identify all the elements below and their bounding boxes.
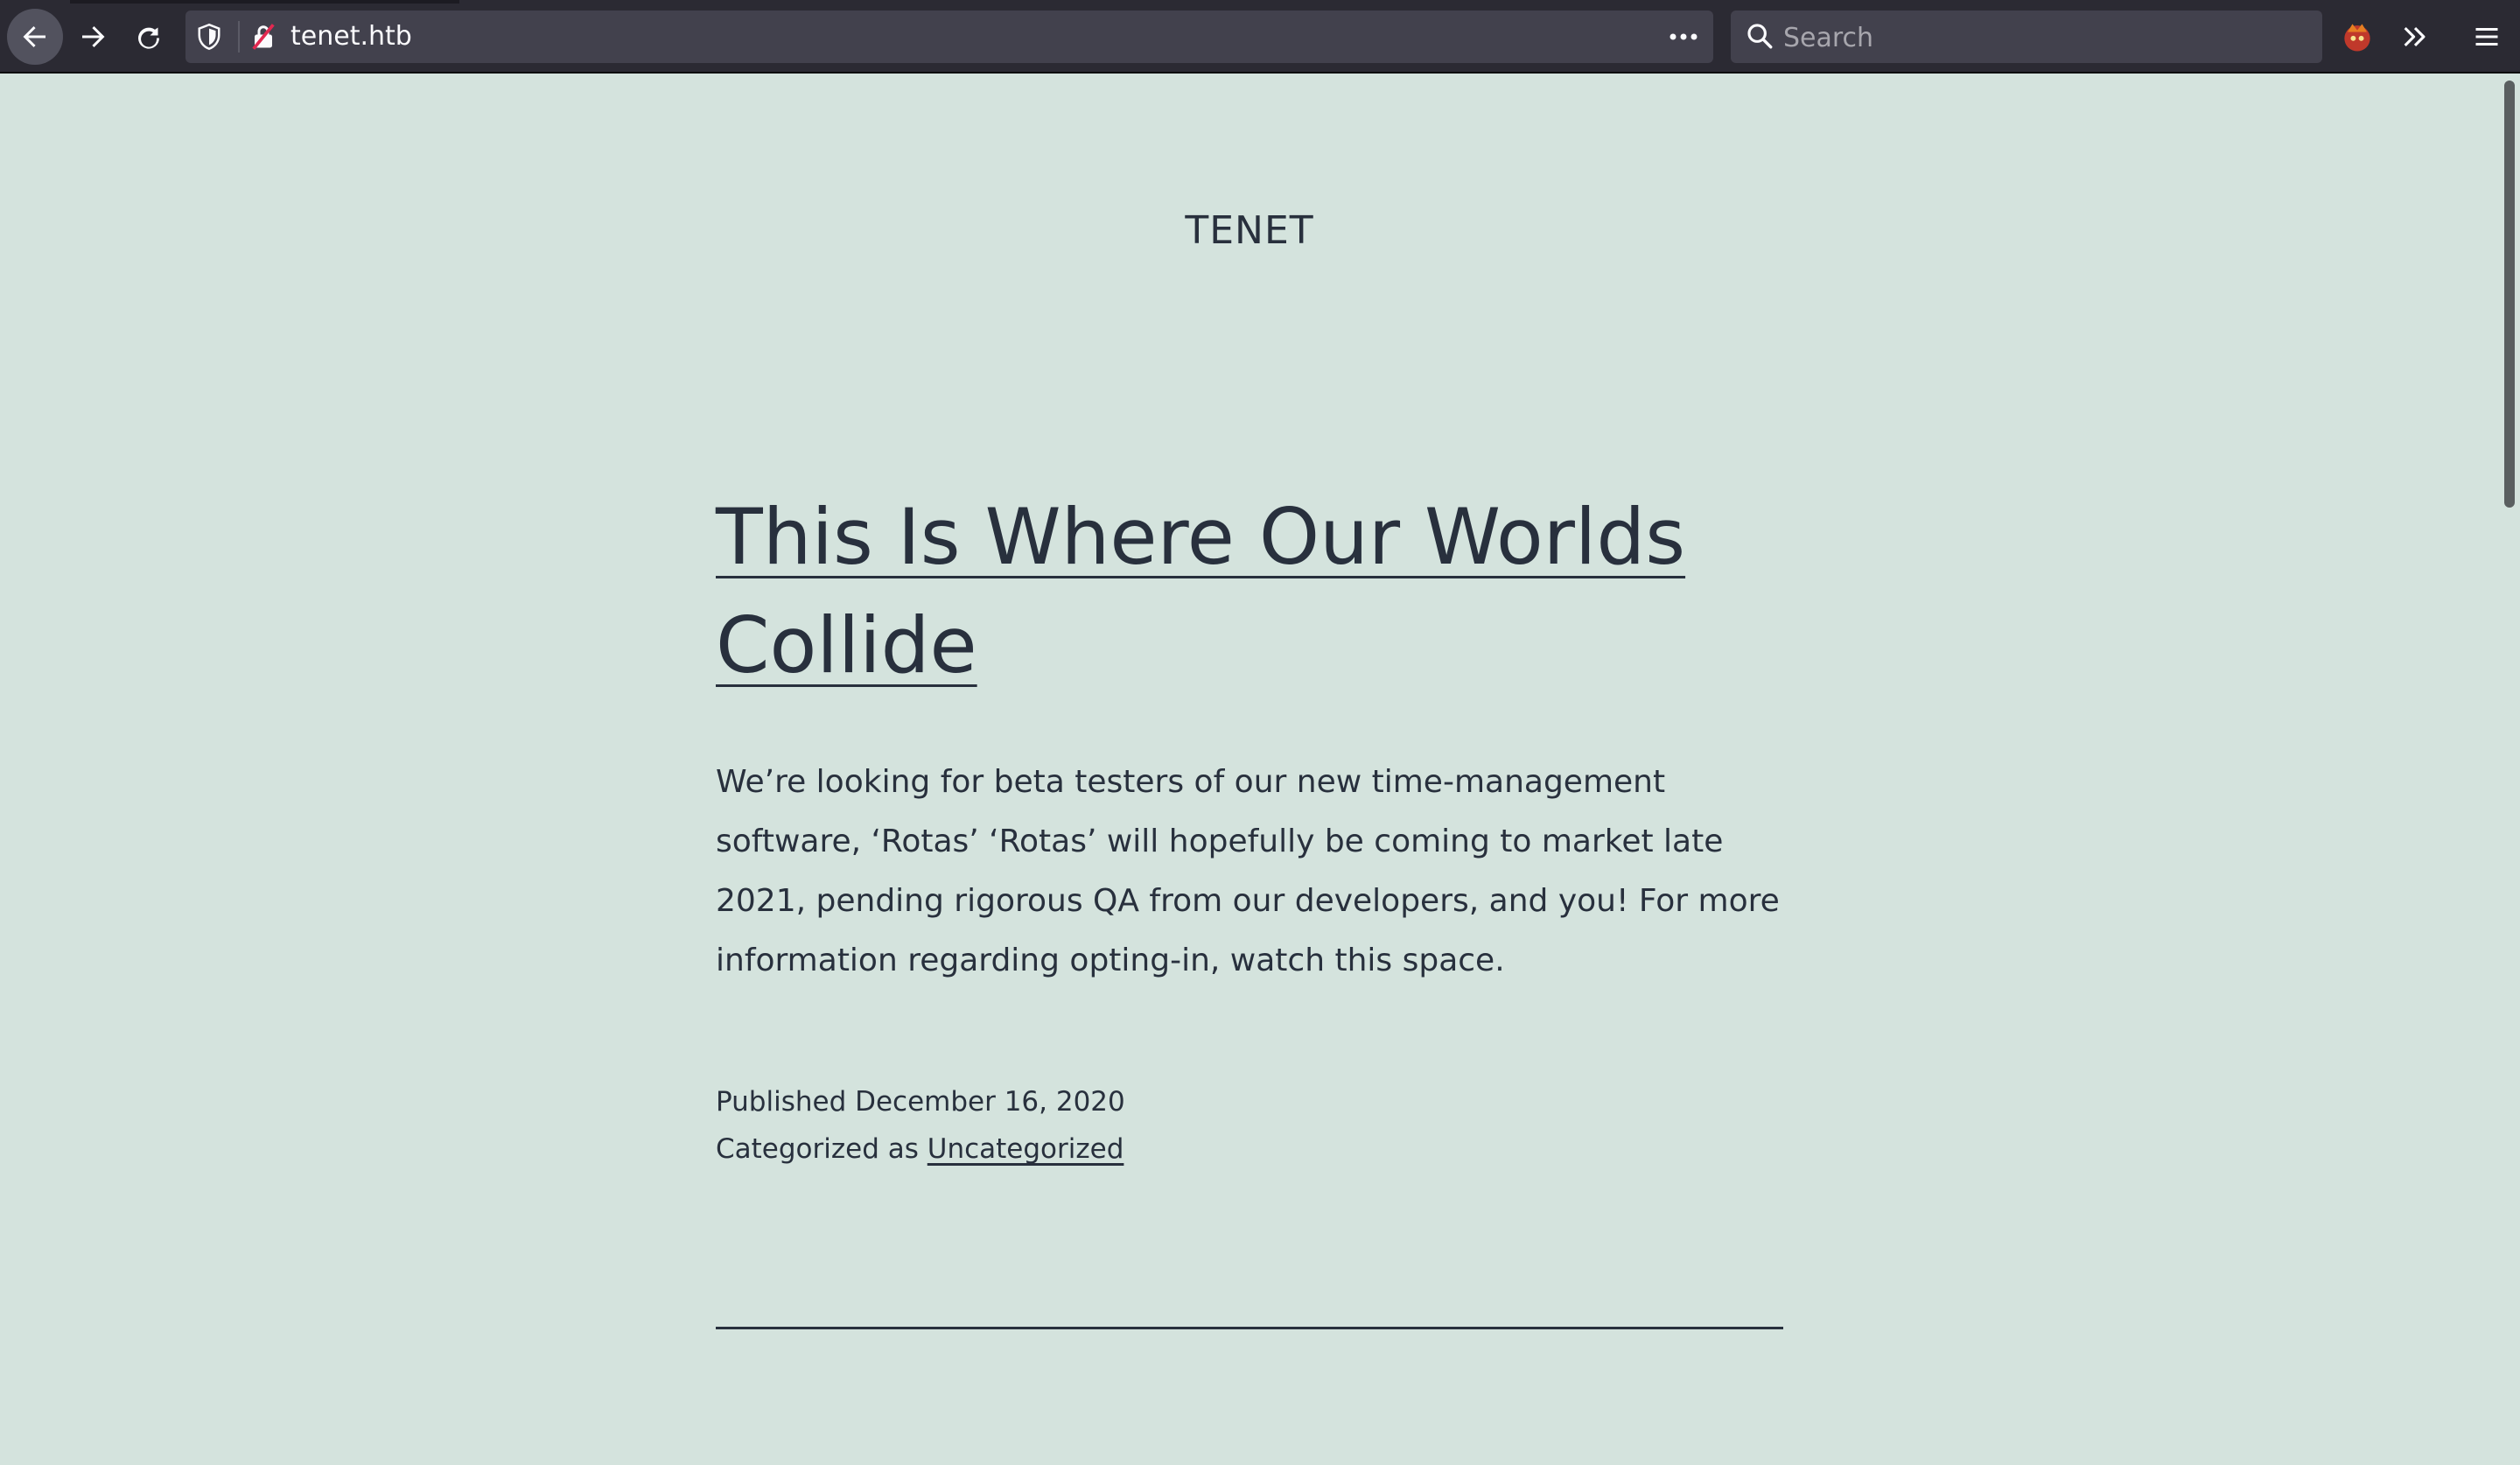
url-separator (238, 21, 240, 53)
search-input[interactable] (1782, 18, 2301, 58)
forward-button[interactable] (65, 9, 121, 65)
reload-button[interactable] (121, 9, 177, 65)
categorized-label: Categorized as (716, 1133, 928, 1165)
overflow-menu-button[interactable] (2394, 16, 2436, 58)
reload-icon (138, 27, 160, 49)
post-content: We’re looking for beta testers of our ne… (716, 764, 1780, 978)
shield-icon[interactable] (196, 22, 222, 55)
post-categories: Categorized as Uncategorized (716, 1125, 1792, 1173)
page-viewport: TENET This Is Where Our Worlds Collide W… (0, 74, 2499, 1465)
browser-toolbar: tenet.htb (0, 0, 2520, 74)
published-date: Published December 16, 2020 (716, 1086, 1125, 1118)
scrollbar-thumb[interactable] (2504, 81, 2515, 508)
category-link[interactable]: Uncategorized (928, 1133, 1124, 1165)
post-meta: Published December 16, 2020 Categorized … (716, 1078, 1792, 1173)
more-dots-icon[interactable] (1666, 23, 1701, 51)
tab-strip-indicator (70, 0, 459, 4)
site-title[interactable]: TENET (0, 208, 2499, 253)
arrow-right-icon (82, 26, 105, 47)
post-title: This Is Where Our Worlds Collide (716, 483, 1853, 700)
url-text[interactable]: tenet.htb (290, 20, 412, 53)
hamburger-menu-icon (2475, 28, 2498, 46)
arrow-left-icon (23, 26, 46, 47)
app-menu-button[interactable] (2466, 16, 2508, 58)
post-title-link[interactable]: This Is Where Our Worlds Collide (716, 492, 1685, 690)
url-bar[interactable]: tenet.htb (186, 11, 1713, 63)
browser-window: tenet.htb Search TENET This Is Where Our… (0, 0, 2520, 1465)
search-icon (1745, 21, 1774, 54)
back-button[interactable] (7, 9, 63, 65)
post-divider (716, 1327, 1783, 1329)
chevron-double-right-icon (2404, 26, 2426, 47)
search-bar[interactable] (1731, 11, 2322, 63)
vertical-scrollbar[interactable] (2499, 74, 2520, 1465)
insecure-lock-icon[interactable] (250, 22, 276, 55)
extension-icon[interactable] (2338, 18, 2376, 56)
